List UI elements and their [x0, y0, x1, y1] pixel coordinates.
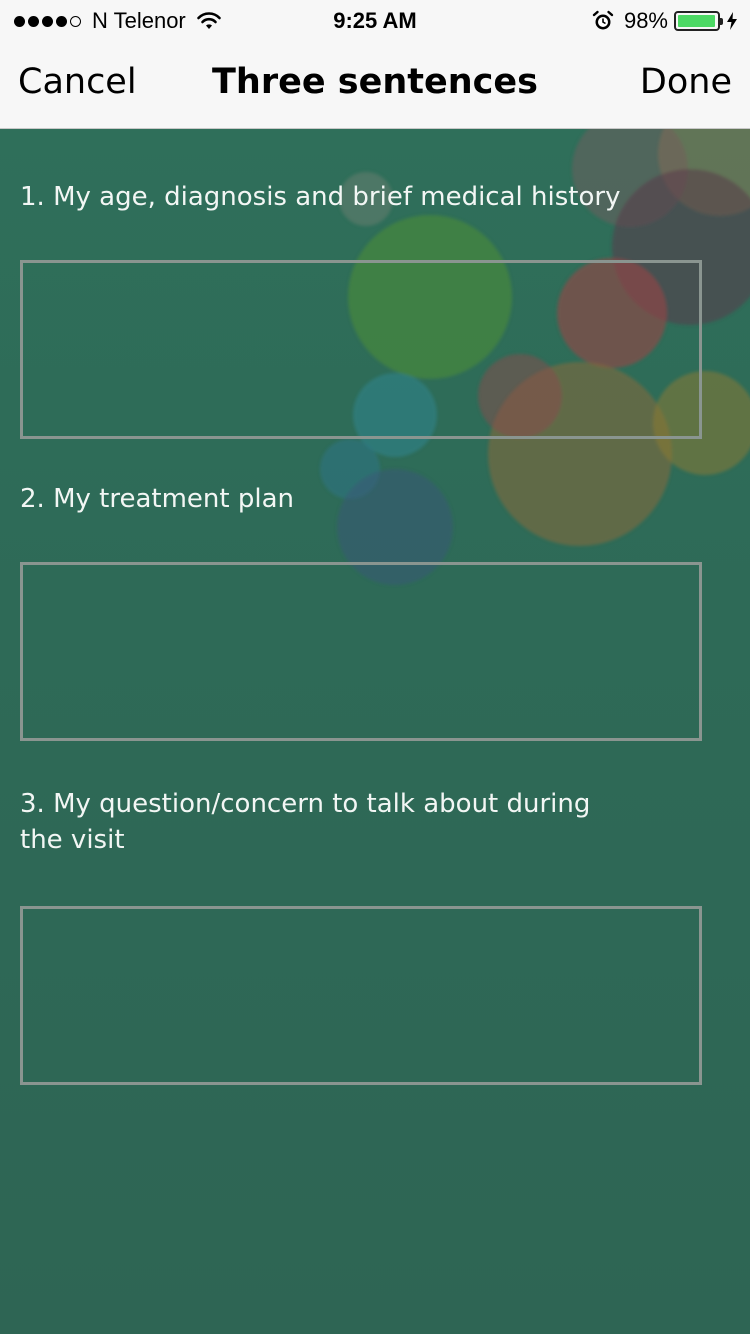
navigation-bar: Cancel Three sentences Done: [0, 40, 750, 129]
cancel-button[interactable]: Cancel: [18, 62, 137, 102]
done-button[interactable]: Done: [640, 62, 732, 102]
status-bar: N Telenor 9:25 AM 98%: [0, 0, 750, 40]
charging-bolt-icon: [727, 12, 737, 30]
question-2-label: 2. My treatment plan: [20, 484, 294, 514]
question-2-input[interactable]: [20, 562, 702, 741]
status-right: 98%: [592, 8, 738, 34]
battery-percent: 98%: [623, 8, 668, 33]
question-3-input[interactable]: [20, 906, 702, 1085]
question-1-label: 1. My age, diagnosis and brief medical h…: [20, 182, 621, 212]
battery-level-fill: [678, 15, 716, 27]
alarm-icon: [592, 10, 614, 30]
question-1-input[interactable]: [20, 260, 702, 439]
question-3-label: 3. My question/concern to talk about dur…: [20, 789, 591, 855]
form-content: 1. My age, diagnosis and brief medical h…: [0, 129, 750, 1334]
battery-icon: [674, 11, 723, 31]
